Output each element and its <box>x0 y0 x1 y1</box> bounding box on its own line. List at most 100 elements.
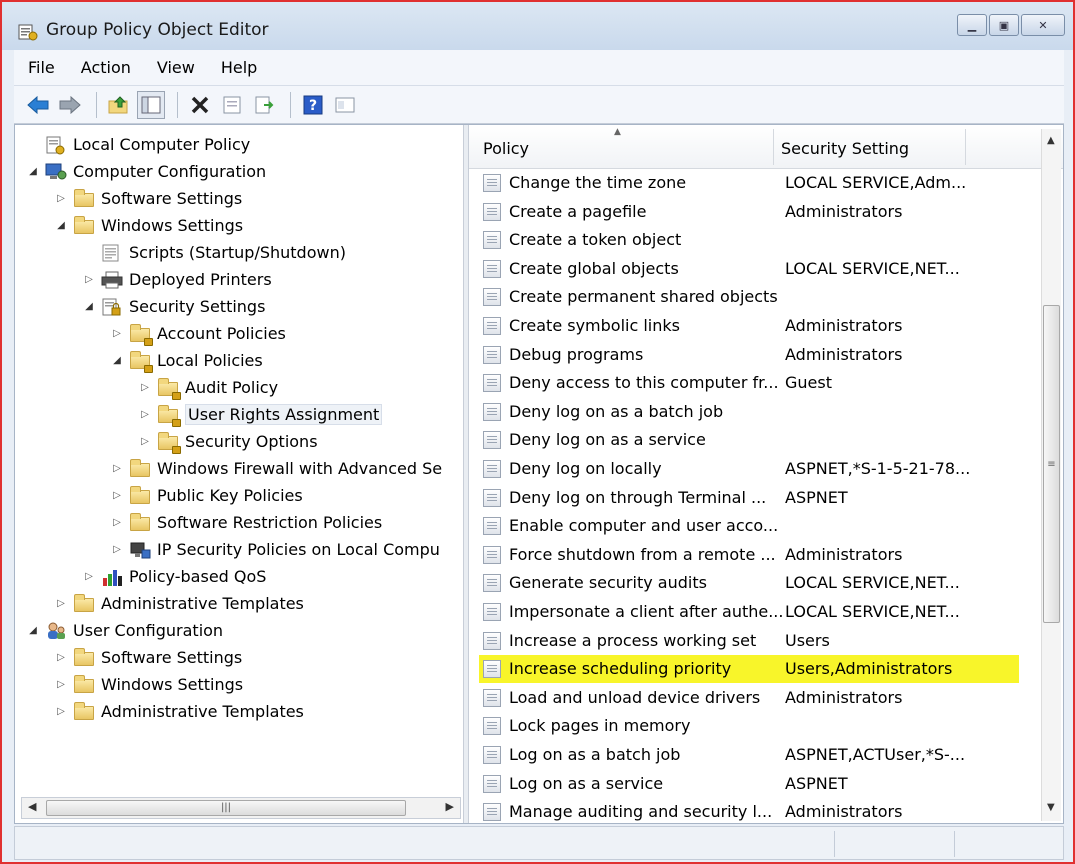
policy-row[interactable]: Create a token object <box>469 226 1039 254</box>
tree-item[interactable]: ◢ User Configuration <box>25 617 223 644</box>
expanded-arrow-icon[interactable]: ◢ <box>109 355 125 366</box>
tree-item[interactable]: ▷ User Rights Assignment <box>137 401 383 428</box>
delete-button[interactable] <box>186 91 214 119</box>
collapsed-arrow-icon[interactable]: ▷ <box>109 517 125 528</box>
security-setting-value: Guest <box>785 373 832 393</box>
tree-item[interactable]: Local Computer Policy <box>25 131 250 158</box>
collapsed-arrow-icon[interactable]: ▷ <box>137 382 153 393</box>
expanded-arrow-icon[interactable]: ◢ <box>25 625 41 636</box>
policy-row[interactable]: Deny log on as a service <box>469 426 1039 454</box>
show-hide-tree-button[interactable] <box>137 90 165 119</box>
menu-action[interactable]: Action <box>81 58 131 77</box>
tree-item[interactable]: ◢ Computer Configuration <box>25 158 266 185</box>
collapsed-arrow-icon[interactable]: ▷ <box>109 544 125 555</box>
list-vertical-scrollbar[interactable]: ▲ ≡ ▼ <box>1041 129 1061 821</box>
tree-item[interactable]: ▷ Audit Policy <box>137 374 278 401</box>
collapsed-arrow-icon[interactable]: ▷ <box>81 571 97 582</box>
scroll-right-icon[interactable]: ▶ <box>446 800 454 813</box>
tree-item[interactable]: ▷ Administrative Templates <box>53 590 304 617</box>
scrollbar-thumb[interactable]: ≡ <box>1043 305 1060 623</box>
policy-row[interactable]: Deny log on locally ASPNET,*S-1-5-21-78..… <box>469 455 1039 483</box>
scroll-up-icon[interactable]: ▲ <box>1047 135 1055 146</box>
collapsed-arrow-icon[interactable]: ▷ <box>137 409 153 420</box>
policy-row[interactable]: Create permanent shared objects <box>469 283 1039 311</box>
tree-item[interactable]: Scripts (Startup/Shutdown) <box>81 239 346 266</box>
properties-button[interactable] <box>218 91 246 119</box>
tree-item[interactable]: ◢ Local Policies <box>109 347 263 374</box>
export-list-button[interactable] <box>250 91 278 119</box>
policy-icon <box>483 231 501 250</box>
scroll-left-icon[interactable]: ◀ <box>28 800 36 813</box>
policy-row[interactable]: Deny log on as a batch job <box>469 398 1039 426</box>
tree-horizontal-scrollbar[interactable]: ◀ ||| ▶ <box>21 797 461 819</box>
tree-item[interactable]: ▷ Windows Firewall with Advanced Se <box>109 455 442 482</box>
tree-item[interactable]: ▷ Security Options <box>137 428 318 455</box>
policy-row[interactable]: Increase scheduling priority Users,Admini… <box>479 655 1019 684</box>
policy-row[interactable]: Create a pagefile Administrators <box>469 198 1039 226</box>
menu-help[interactable]: Help <box>221 58 257 77</box>
policy-icon <box>483 402 501 421</box>
collapsed-arrow-icon[interactable]: ▷ <box>53 598 69 609</box>
minimize-button[interactable]: ▁ <box>957 14 987 36</box>
collapsed-arrow-icon[interactable]: ▷ <box>109 463 125 474</box>
collapsed-arrow-icon[interactable]: ▷ <box>53 706 69 717</box>
collapsed-arrow-icon[interactable]: ▷ <box>53 652 69 663</box>
policy-row[interactable]: Enable computer and user acco... <box>469 512 1039 540</box>
policy-row[interactable]: Change the time zone LOCAL SERVICE,Adm... <box>469 169 1039 197</box>
collapsed-arrow-icon[interactable]: ▷ <box>109 490 125 501</box>
tree-item[interactable]: ▷ Software Settings <box>53 185 242 212</box>
maximize-button[interactable]: ▣ <box>989 14 1019 36</box>
tree-item[interactable]: ▷ Deployed Printers <box>81 266 272 293</box>
policy-row[interactable]: Deny access to this computer fr... Guest <box>469 369 1039 397</box>
policy-row[interactable]: Create symbolic links Administrators <box>469 312 1039 340</box>
tree-item[interactable]: ▷ Windows Settings <box>53 671 243 698</box>
column-header-policy[interactable]: Policy <box>483 139 529 158</box>
expanded-arrow-icon[interactable]: ◢ <box>53 220 69 231</box>
tree-item-label: Account Policies <box>157 324 286 343</box>
policy-row[interactable]: Impersonate a client after authe... LOCAL… <box>469 598 1039 626</box>
policy-row[interactable]: Log on as a service ASPNET <box>469 770 1039 798</box>
policy-row[interactable]: Load and unload device drivers Administra… <box>469 684 1039 712</box>
tree-item[interactable]: ▷ Software Settings <box>53 644 242 671</box>
close-button[interactable]: ✕ <box>1021 14 1065 36</box>
tree-item[interactable]: ▷ Account Policies <box>109 320 286 347</box>
up-folder-button[interactable] <box>105 91 133 119</box>
collapsed-arrow-icon[interactable]: ▷ <box>81 274 97 285</box>
tree-item[interactable]: ▷ Administrative Templates <box>53 698 304 725</box>
policy-row[interactable]: Log on as a batch job ASPNET,ACTUser,*S-.… <box>469 741 1039 769</box>
tree-item[interactable]: ◢ Security Settings <box>81 293 265 320</box>
policy-row[interactable]: Lock pages in memory <box>469 712 1039 740</box>
show-hide-tree-icon <box>141 96 161 113</box>
help-button[interactable]: ? <box>299 91 327 119</box>
menu-file[interactable]: File <box>28 58 55 77</box>
policy-row[interactable]: Generate security audits LOCAL SERVICE,NE… <box>469 569 1039 597</box>
back-button[interactable] <box>24 91 52 119</box>
policy-row[interactable]: Force shutdown from a remote ... Administ… <box>469 541 1039 569</box>
forward-button[interactable] <box>56 91 84 119</box>
collapsed-arrow-icon[interactable]: ▷ <box>137 436 153 447</box>
title-bar[interactable]: Group Policy Object Editor ▁ ▣ ✕ <box>2 0 1073 50</box>
collapsed-arrow-icon[interactable]: ▷ <box>53 679 69 690</box>
scroll-down-icon[interactable]: ▼ <box>1047 802 1055 813</box>
tree-item[interactable]: ▷ Policy-based QoS <box>81 563 266 590</box>
column-divider[interactable] <box>773 129 774 165</box>
column-header-security-setting[interactable]: Security Setting <box>781 139 909 158</box>
collapsed-arrow-icon[interactable]: ▷ <box>109 328 125 339</box>
policy-row[interactable]: Increase a process working set Users <box>469 627 1039 655</box>
expanded-arrow-icon[interactable]: ◢ <box>25 166 41 177</box>
scrollbar-thumb[interactable]: ||| <box>46 800 406 816</box>
expanded-arrow-icon[interactable]: ◢ <box>81 301 97 312</box>
tree-item[interactable]: ◢ Windows Settings <box>53 212 243 239</box>
column-divider[interactable] <box>965 129 966 165</box>
tree-item[interactable]: ▷ Public Key Policies <box>109 482 303 509</box>
collapsed-arrow-icon[interactable]: ▷ <box>53 193 69 204</box>
tree-item[interactable]: ▷ IP Security Policies on Local Compu <box>109 536 440 563</box>
console-button[interactable] <box>331 91 359 119</box>
policy-row[interactable]: Manage auditing and security l... Adminis… <box>469 798 1039 823</box>
menu-view[interactable]: View <box>157 58 195 77</box>
policy-row[interactable]: Deny log on through Terminal ... ASPNET <box>469 484 1039 512</box>
policy-row[interactable]: Debug programs Administrators <box>469 341 1039 369</box>
tree-item-label: IP Security Policies on Local Compu <box>157 540 440 559</box>
policy-row[interactable]: Create global objects LOCAL SERVICE,NET..… <box>469 255 1039 283</box>
tree-item[interactable]: ▷ Software Restriction Policies <box>109 509 382 536</box>
